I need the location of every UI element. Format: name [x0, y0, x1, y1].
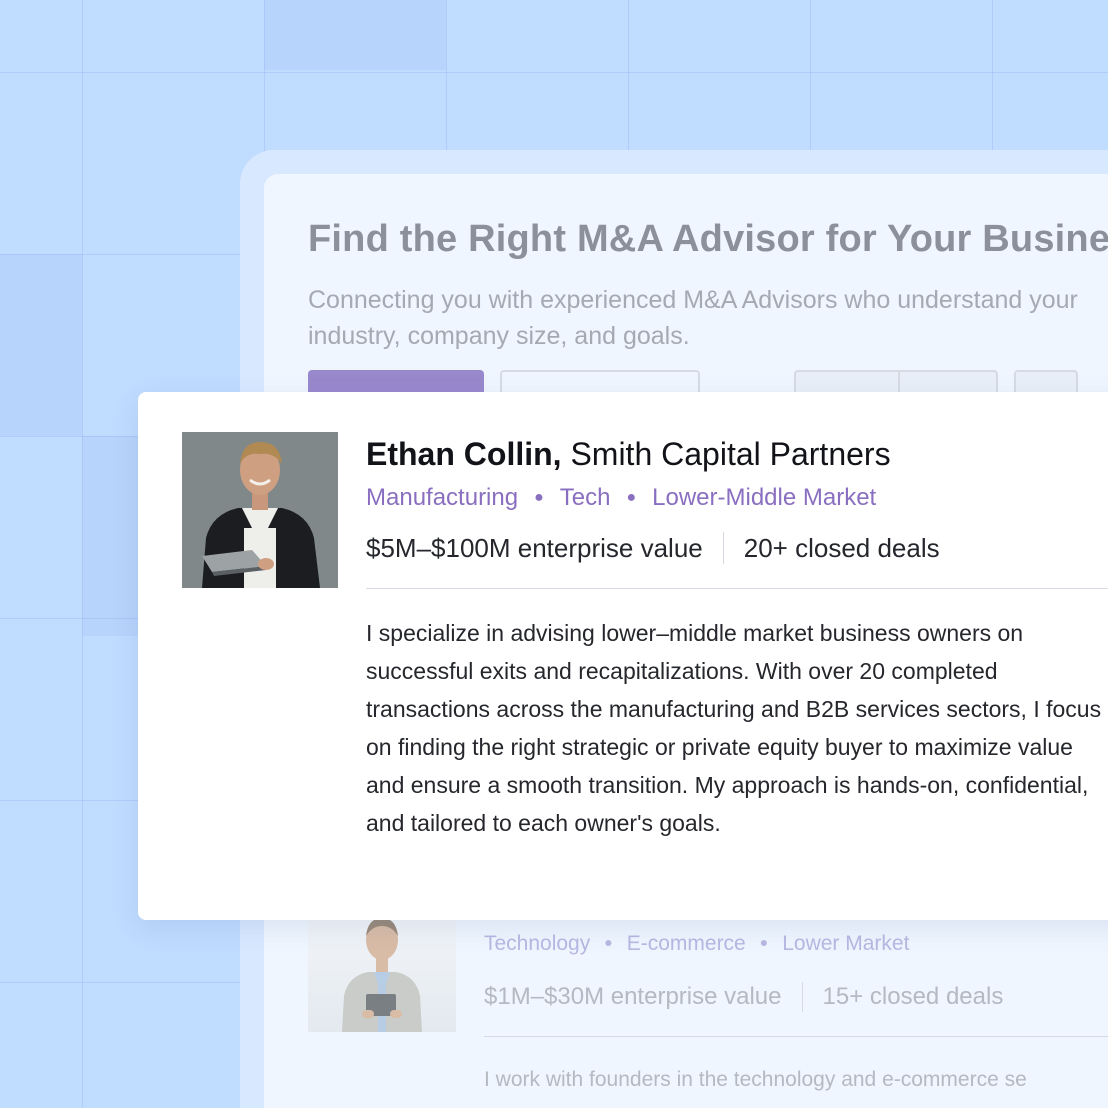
page-subtitle: Connecting you with experienced M&A Advi…: [308, 286, 1078, 350]
advisor-photo-2: [308, 910, 456, 1032]
tag-separator: ●: [604, 934, 613, 950]
page-title: Find the Right M&A Advisor for Your Busi…: [308, 218, 1108, 260]
advisor-2-tags: Technology ● E-commerce ● Lower Market: [484, 932, 909, 956]
advisor-2-tag: Technology: [484, 932, 591, 955]
advisor-2-stats: $1M–$30M enterprise value 15+ closed dea…: [484, 982, 1003, 1012]
advisor-tag: Lower-Middle Market: [652, 484, 877, 511]
divider: [484, 1036, 1108, 1037]
stat-divider: [722, 532, 724, 564]
advisor-stats: $5M–$100M enterprise value 20+ closed de…: [366, 532, 940, 564]
tag-separator: ●: [759, 934, 769, 950]
advisor-tag: Tech: [559, 484, 611, 511]
advisor-name-text: Ethan Collin,: [366, 436, 562, 472]
advisor-2-closed-deals: 15+ closed deals: [822, 983, 1004, 1010]
closed-deals: 20+ closed deals: [743, 532, 940, 563]
stat-divider: [801, 982, 803, 1012]
advisor-2-tag: E-commerce: [626, 932, 746, 955]
featured-advisor-card[interactable]: Ethan Collin, Smith Capital Partners Man…: [138, 392, 1108, 920]
advisor-2-tag: Lower Market: [782, 932, 910, 955]
advisor-bio: I specialize in advising lower–middle ma…: [366, 620, 1102, 836]
enterprise-value: $5M–$100M enterprise value: [366, 532, 703, 563]
advisor-tag: Manufacturing: [366, 484, 519, 511]
advisor-firm: Smith Capital Partners: [570, 436, 891, 472]
tag-separator: ●: [626, 489, 637, 506]
tag-separator: ●: [534, 489, 544, 506]
advisor-name[interactable]: Ethan Collin, Smith Capital Partners: [366, 436, 891, 473]
advisor-2-bio: I work with founders in the technology a…: [484, 1068, 1027, 1091]
advisor-tags: Manufacturing ● Tech ● Lower-Middle Market: [366, 484, 876, 512]
divider: [366, 588, 1108, 589]
advisor-photo: [182, 432, 338, 588]
advisor-2-enterprise-value: $1M–$30M enterprise value: [484, 983, 782, 1010]
